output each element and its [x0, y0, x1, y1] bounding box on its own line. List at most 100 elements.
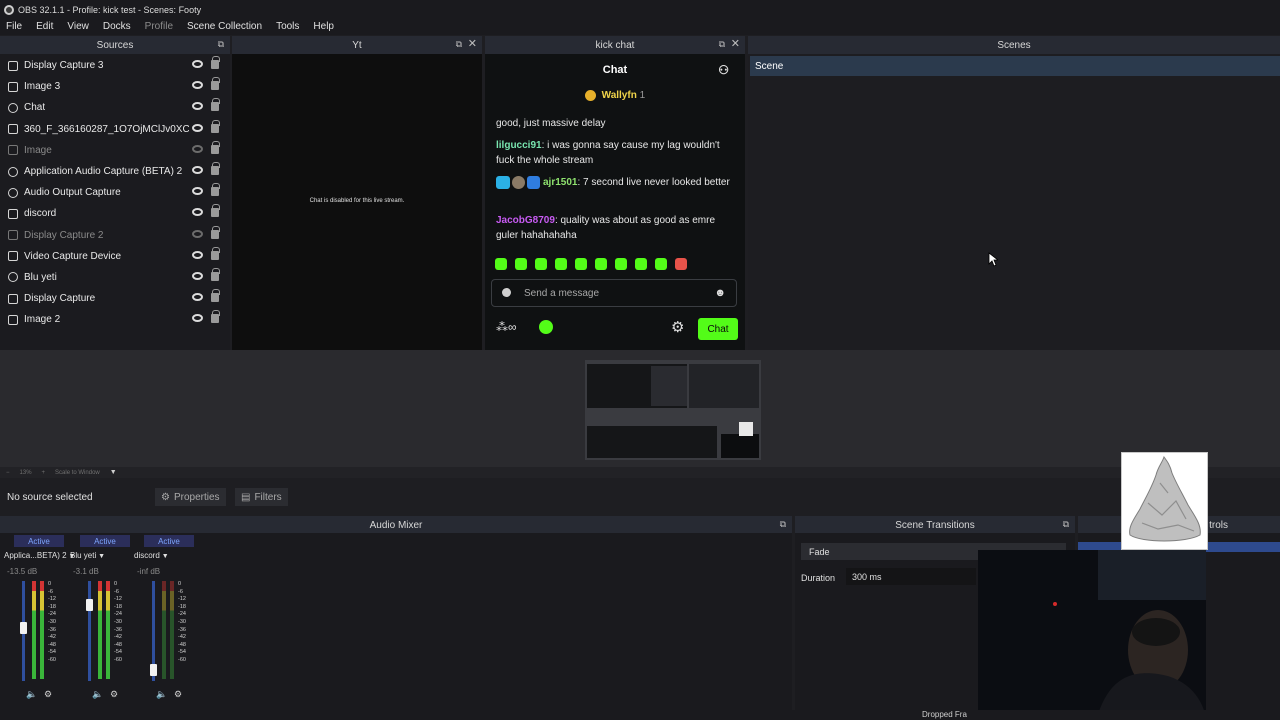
gear-icon[interactable]: ⚙	[44, 689, 52, 700]
lock-icon[interactable]	[211, 98, 220, 112]
emote-icon[interactable]	[555, 258, 567, 270]
volume-knob[interactable]	[86, 599, 93, 611]
send-message-input[interactable]: Send a message ☻	[491, 279, 737, 307]
chat-username[interactable]: ajr1501	[543, 177, 577, 188]
float-icon[interactable]: ⧉	[719, 39, 725, 50]
source-item[interactable]: Image 3	[0, 76, 230, 97]
lock-icon[interactable]	[211, 140, 220, 154]
volume-knob[interactable]	[150, 663, 157, 676]
eye-off-icon[interactable]	[192, 144, 203, 153]
lock-icon[interactable]	[211, 119, 220, 133]
chevron-down-icon[interactable]: ▼	[110, 469, 117, 476]
eye-icon[interactable]	[192, 208, 203, 217]
lock-icon[interactable]	[211, 183, 220, 197]
eye-icon[interactable]	[192, 250, 203, 259]
emote-icon[interactable]	[675, 258, 687, 270]
volume-slider[interactable]	[88, 581, 91, 681]
mute-speaker-icon[interactable]: 🔈	[92, 689, 103, 700]
source-item[interactable]: Blu yeti	[0, 267, 230, 288]
source-item[interactable]: Video Capture Device	[0, 246, 230, 267]
source-item[interactable]: Display Capture 3	[0, 55, 230, 76]
properties-button[interactable]: ⚙ Properties	[155, 488, 226, 506]
source-item[interactable]: Chat	[0, 97, 230, 118]
menu-docks[interactable]: Docks	[103, 21, 131, 32]
emote-icon[interactable]	[495, 258, 507, 270]
zoom-bar[interactable]: − 13% + Scale to Window ▼	[0, 467, 1280, 478]
volume-knob[interactable]	[20, 621, 27, 634]
lock-icon[interactable]	[211, 161, 220, 175]
lock-icon[interactable]	[211, 310, 220, 324]
chevron-down-icon[interactable]: ▼	[96, 553, 105, 560]
scenes-list[interactable]: Scene	[748, 54, 1280, 350]
mute-speaker-icon[interactable]: 🔈	[26, 689, 37, 700]
eye-off-icon[interactable]	[192, 229, 203, 238]
kick-dock-header[interactable]: kick chat ⧉ ✕	[485, 36, 745, 54]
gear-icon[interactable]: ⚙	[671, 318, 684, 336]
emoji-icon[interactable]: ☻	[714, 287, 726, 299]
close-icon[interactable]: ✕	[731, 37, 740, 50]
menu-profile[interactable]: Profile	[145, 21, 173, 32]
float-icon[interactable]: ⧉	[456, 39, 462, 50]
scene-item[interactable]: Scene	[750, 56, 1280, 76]
lock-icon[interactable]	[211, 56, 220, 69]
emote-icon[interactable]	[535, 258, 547, 270]
eye-icon[interactable]	[192, 165, 203, 174]
filters-button[interactable]: ▤ Filters	[235, 488, 288, 506]
sources-list[interactable]: Display Capture 3 Image 3 Chat 360_F_366160…	[0, 54, 230, 350]
source-item[interactable]: Audio Output Capture	[0, 182, 230, 203]
lock-icon[interactable]	[211, 289, 220, 303]
menu-scene-collection[interactable]: Scene Collection	[187, 21, 262, 32]
lock-icon[interactable]	[211, 77, 220, 91]
lock-icon[interactable]	[211, 267, 220, 281]
chat-send-button[interactable]: Chat	[698, 318, 738, 340]
float-icon[interactable]: ⧉	[218, 39, 224, 50]
infinity-icon[interactable]: ⁂∞	[496, 320, 517, 334]
menu-file[interactable]: File	[6, 21, 22, 32]
emote-icon[interactable]	[655, 258, 667, 270]
mixer-dock-header[interactable]: Audio Mixer ⧉	[0, 516, 792, 534]
eye-icon[interactable]	[192, 102, 203, 111]
user-settings-icon[interactable]: ⚇	[718, 63, 729, 77]
kick-logo-icon[interactable]	[539, 320, 553, 334]
chat-username[interactable]: JacobG8709	[496, 215, 555, 226]
source-item[interactable]: Display Capture 2	[0, 225, 230, 246]
zoom-in-icon[interactable]: +	[42, 470, 46, 476]
source-item[interactable]: 360_F_366160287_1O7OjMClJv0XCpVAf	[0, 119, 230, 140]
float-icon[interactable]: ⧉	[780, 519, 786, 530]
source-item[interactable]: Image	[0, 140, 230, 161]
source-item[interactable]: Application Audio Capture (BETA) 2	[0, 161, 230, 182]
eye-icon[interactable]	[192, 271, 203, 280]
float-icon[interactable]: ⧉	[1063, 519, 1069, 530]
lock-icon[interactable]	[211, 204, 220, 218]
pinned-user[interactable]: Wallyfn 1	[485, 90, 745, 101]
channel-name[interactable]: Blu yeti ▼	[70, 551, 105, 560]
menu-help[interactable]: Help	[313, 21, 334, 32]
channel-name[interactable]: discord ▼	[134, 551, 169, 560]
gear-icon[interactable]: ⚙	[174, 689, 182, 700]
duration-input[interactable]: 300 ms	[846, 568, 976, 585]
lock-icon[interactable]	[211, 225, 220, 239]
emote-icon[interactable]	[595, 258, 607, 270]
scenes-dock-header[interactable]: Scenes	[748, 36, 1280, 54]
lock-icon[interactable]	[211, 246, 220, 260]
eye-icon[interactable]	[192, 314, 203, 323]
chat-username[interactable]: lilgucci91	[496, 140, 542, 151]
mute-speaker-icon[interactable]: 🔈	[156, 689, 167, 700]
source-item[interactable]: Image 2	[0, 309, 230, 330]
sources-dock-header[interactable]: Sources ⧉	[0, 36, 230, 54]
chevron-down-icon[interactable]: ▼	[160, 553, 169, 560]
scale-mode[interactable]: Scale to Window	[55, 470, 100, 476]
zoom-out-icon[interactable]: −	[6, 470, 10, 476]
gear-icon[interactable]: ⚙	[110, 689, 118, 700]
eye-icon[interactable]	[192, 293, 203, 302]
eye-icon[interactable]	[192, 81, 203, 90]
source-item[interactable]: Display Capture	[0, 288, 230, 309]
menu-view[interactable]: View	[67, 21, 89, 32]
yt-dock-header[interactable]: Yt ⧉ ✕	[232, 36, 482, 54]
source-item[interactable]: discord	[0, 203, 230, 224]
close-icon[interactable]: ✕	[468, 37, 477, 50]
transitions-dock-header[interactable]: Scene Transitions ⧉	[795, 516, 1075, 534]
eye-icon[interactable]	[192, 123, 203, 132]
emote-icon[interactable]	[635, 258, 647, 270]
menu-tools[interactable]: Tools	[276, 21, 299, 32]
